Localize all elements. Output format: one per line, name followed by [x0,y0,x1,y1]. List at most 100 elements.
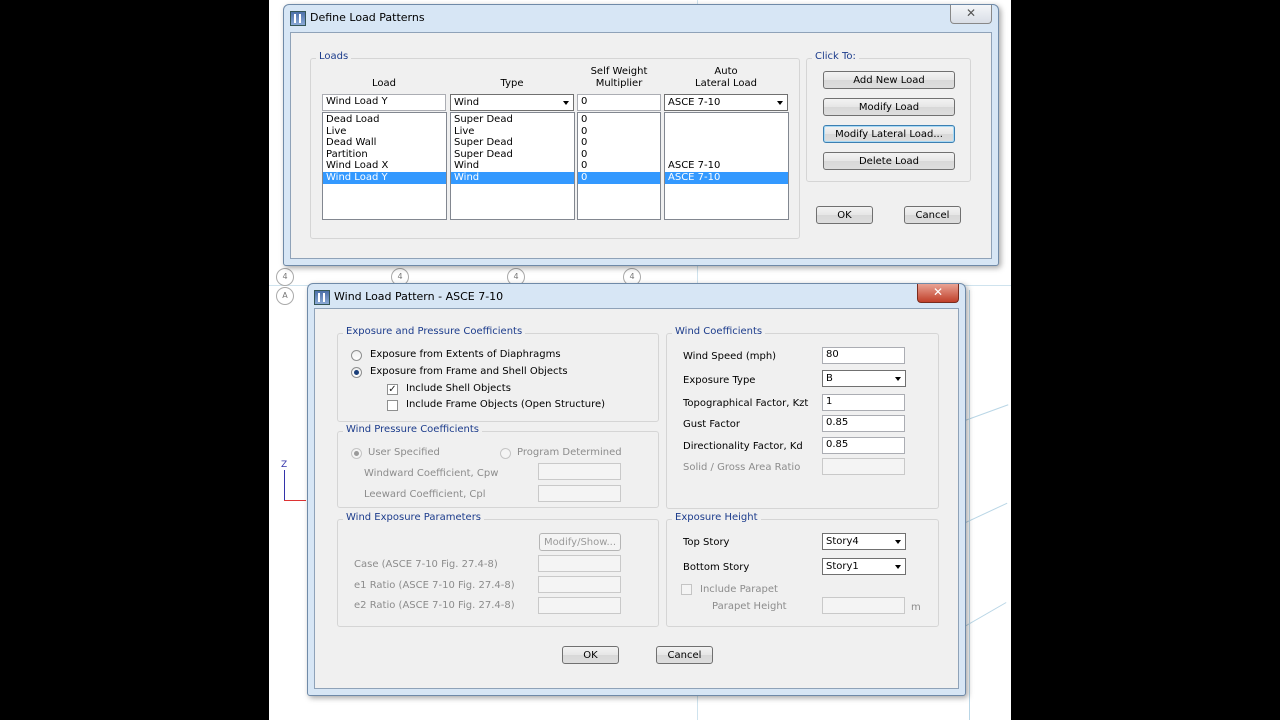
e1-ratio-label: e1 Ratio (ASCE 7-10 Fig. 27.4-8) [354,580,515,591]
cancel-button[interactable]: Cancel [904,206,961,224]
gust-factor-input[interactable]: 0.85 [822,415,905,432]
auto-lateral-select[interactable]: ASCE 7-10 [664,94,788,111]
list-item[interactable]: ASCE 7-10 [665,160,788,172]
wind-speed-input[interactable]: 80 [822,347,905,364]
exposure-type-label: Exposure Type [683,375,756,386]
list-item[interactable]: 0 [578,114,660,126]
e1-ratio-input[interactable] [538,576,621,593]
list-item[interactable]: Wind [451,160,574,172]
list-item-selected[interactable]: Wind Load Y [323,171,446,184]
windward-input[interactable] [538,463,621,480]
parapet-height-input[interactable] [822,597,905,614]
program-determined-radio[interactable] [500,448,511,459]
chevron-down-icon [777,101,783,105]
leeward-label: Leeward Coefficient, Cpl [364,489,486,500]
close-icon[interactable]: ✕ [950,5,992,24]
case-input[interactable] [538,555,621,572]
e2-ratio-input[interactable] [538,597,621,614]
close-icon[interactable]: ✕ [917,284,959,303]
solid-gross-label: Solid / Gross Area Ratio [683,462,801,473]
include-shell-checkbox[interactable]: ✓ [387,384,398,395]
exposure-frame-shell-label: Exposure from Frame and Shell Objects [370,366,568,377]
modify-show-button[interactable]: Modify/Show... [539,533,621,551]
list-item[interactable]: 0 [578,137,660,149]
dialog-title: Wind Load Pattern - ASCE 7-10 [334,290,504,303]
auto-lateral-list[interactable]: ASCE 7-10 ASCE 7-10 [664,112,789,220]
list-item[interactable]: Super Dead [451,114,574,126]
dialog-title-bar[interactable]: Define Load Patterns [290,5,992,31]
ok-button[interactable]: OK [562,646,619,664]
loads-group-title: Loads [316,51,352,62]
include-frame-checkbox[interactable] [387,400,398,411]
exposure-diaphragms-radio[interactable] [351,350,362,361]
grid-line [969,290,970,720]
cancel-button[interactable]: Cancel [656,646,713,664]
dialog-title: Define Load Patterns [310,11,425,24]
leeward-input[interactable] [538,485,621,502]
list-item[interactable] [665,137,788,149]
list-item[interactable]: Dead Wall [323,137,446,149]
kd-label: Directionality Factor, Kd [683,441,803,452]
group-title: Wind Coefficients [672,326,766,337]
include-shell-label: Include Shell Objects [406,383,511,394]
list-item[interactable]: Live [323,126,446,138]
load-list[interactable]: Dead Load Live Dead Wall Partition Wind … [322,112,447,220]
gust-factor-label: Gust Factor [683,419,741,430]
multiplier-list[interactable]: 0 0 0 0 0 0 [577,112,661,220]
dialog-client: Loads Load Type Self Weight Multiplier A… [290,32,992,259]
kzt-input[interactable]: 1 [822,394,905,411]
list-item[interactable]: Partition [323,149,446,161]
modify-load-button[interactable]: Modify Load [823,98,955,116]
case-label: Case (ASCE 7-10 Fig. 27.4-8) [354,559,498,570]
list-item-selected[interactable]: Wind [451,171,574,184]
list-item-selected[interactable]: 0 [578,171,660,184]
dialog-title-bar[interactable]: Wind Load Pattern - ASCE 7-10 [314,284,959,310]
self-weight-input[interactable]: 0 [577,94,661,111]
user-specified-radio[interactable] [351,448,362,459]
include-parapet-checkbox[interactable] [681,584,692,595]
list-item[interactable]: Super Dead [451,137,574,149]
solid-gross-input[interactable] [822,458,905,475]
list-item[interactable] [665,114,788,126]
list-item[interactable] [665,149,788,161]
ok-button[interactable]: OK [816,206,873,224]
list-item[interactable]: 0 [578,160,660,172]
bottom-story-select[interactable]: Story1 [822,558,906,575]
exposure-type-value: B [826,373,833,384]
include-frame-label: Include Frame Objects (Open Structure) [406,399,606,410]
list-item[interactable]: 0 [578,149,660,161]
list-item-selected[interactable]: ASCE 7-10 [665,171,788,184]
load-type-select[interactable]: Wind [450,94,574,111]
kd-input[interactable]: 0.85 [822,437,905,454]
exposure-frame-shell-radio[interactable] [351,367,362,378]
list-item[interactable]: Wind Load X [323,160,446,172]
list-item[interactable] [665,126,788,138]
user-specified-label: User Specified [368,447,440,458]
axis-z-line [284,470,285,500]
list-item[interactable]: Live [451,126,574,138]
top-story-select[interactable]: Story4 [822,533,906,550]
group-title: Wind Pressure Coefficients [343,424,483,435]
column-header-self-weight: Self Weight Multiplier [590,66,648,89]
chevron-down-icon [563,101,569,105]
etabs-app-icon [290,11,306,26]
list-item[interactable]: Dead Load [323,114,446,126]
click-to-group-title: Click To: [812,51,859,62]
list-item[interactable]: Super Dead [451,149,574,161]
include-parapet-label: Include Parapet [700,584,778,595]
grid-bubble: A [276,287,294,305]
column-header-type: Type [500,78,524,89]
exposure-type-select[interactable]: B [822,370,906,387]
windward-label: Windward Coefficient, Cpw [364,468,499,479]
type-list[interactable]: Super Dead Live Super Dead Super Dead Wi… [450,112,575,220]
list-item[interactable]: 0 [578,126,660,138]
axis-x-line [284,500,306,501]
chevron-down-icon [895,565,901,569]
add-new-load-button[interactable]: Add New Load [823,71,955,89]
delete-load-button[interactable]: Delete Load [823,152,955,170]
kzt-label: Topographical Factor, Kzt [683,398,809,409]
column-header-load: Load [372,78,396,89]
modify-lateral-load-button[interactable]: Modify Lateral Load... [823,125,955,143]
load-name-input[interactable]: Wind Load Y [322,94,446,111]
auto-lateral-value: ASCE 7-10 [668,97,721,108]
